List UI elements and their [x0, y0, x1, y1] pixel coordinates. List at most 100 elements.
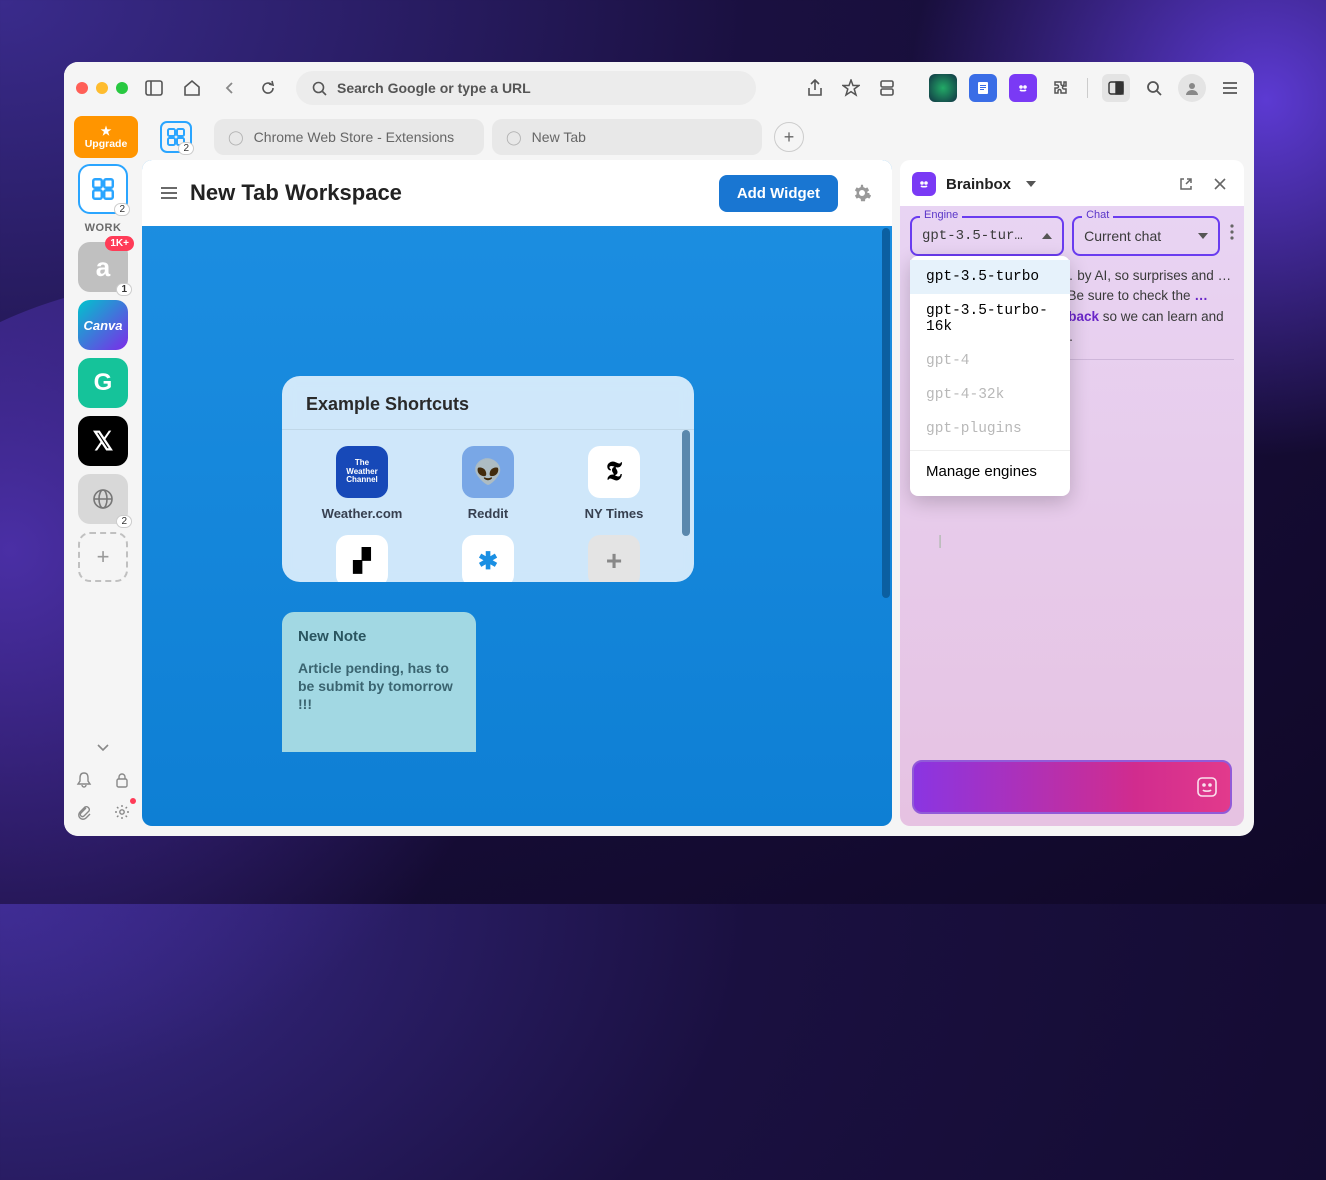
- sidebar-item-asana[interactable]: a 1K+ 1: [78, 242, 128, 292]
- upgrade-button[interactable]: ★ Upgrade: [74, 116, 138, 158]
- settings-icon[interactable]: [110, 800, 134, 824]
- shortcut-partial-2[interactable]: ✱: [428, 531, 548, 582]
- workspace-scrollbar[interactable]: [882, 228, 890, 598]
- sidebar-toggle-icon[interactable]: [142, 76, 166, 100]
- panel-icon[interactable]: [1102, 74, 1130, 102]
- shortcut-add[interactable]: +: [554, 531, 674, 582]
- lock-icon[interactable]: [110, 768, 134, 792]
- search-icon: [312, 81, 327, 96]
- back-icon[interactable]: [218, 76, 242, 100]
- extension-docs-icon[interactable]: [969, 74, 997, 102]
- fullscreen-window-button[interactable]: [116, 82, 128, 94]
- divider: [1087, 78, 1088, 98]
- tab-favicon: ◯: [506, 129, 522, 146]
- shortcut-partial-1[interactable]: ▞: [302, 531, 422, 582]
- brainbox-chat-input[interactable]: [912, 760, 1232, 814]
- workspace-header: New Tab Workspace Add Widget: [142, 160, 892, 226]
- globe-icon: [91, 487, 115, 511]
- engine-option-gpt4-32k[interactable]: gpt-4-32k: [910, 378, 1070, 412]
- close-window-button[interactable]: [76, 82, 88, 94]
- omnibox-placeholder: Search Google or type a URL: [337, 80, 531, 96]
- manage-engines-item[interactable]: Manage engines: [910, 450, 1070, 492]
- workspace-switcher-icon[interactable]: [875, 76, 899, 100]
- app-initial: 𝕏: [93, 426, 114, 457]
- emoji-icon[interactable]: [1196, 776, 1218, 798]
- tab-chrome-web-store[interactable]: ◯ Chrome Web Store - Extensions: [214, 119, 484, 155]
- upgrade-label: Upgrade: [85, 138, 128, 150]
- note-title: New Note: [298, 628, 460, 645]
- sidebar-workspace-apps[interactable]: 2: [78, 164, 128, 214]
- chat-selected-value: Current chat: [1084, 228, 1198, 244]
- home-icon[interactable]: [180, 76, 204, 100]
- workspace-settings-icon[interactable]: [850, 181, 874, 205]
- extensions-icon[interactable]: [1049, 76, 1073, 100]
- find-icon[interactable]: [1142, 76, 1166, 100]
- profile-avatar-icon[interactable]: [1178, 74, 1206, 102]
- brainbox-close-icon[interactable]: [1208, 172, 1232, 196]
- new-tab-button[interactable]: +: [774, 122, 804, 152]
- app-label: Canva: [83, 318, 122, 333]
- panel-resize-handle[interactable]: ||: [938, 532, 939, 548]
- overflow-menu-icon[interactable]: [1218, 76, 1242, 100]
- chat-selector[interactable]: Chat Current chat: [1072, 216, 1220, 256]
- chat-field-label: Chat: [1082, 209, 1113, 221]
- sidebar-apps-count: 2: [114, 203, 130, 216]
- workspace-title: New Tab Workspace: [190, 180, 707, 206]
- tab-bar: ★ Upgrade 2 ◯ Chrome Web Store - Extensi…: [64, 114, 1254, 160]
- brainbox-dropdown-icon[interactable]: [1019, 172, 1043, 196]
- engine-selected-value: gpt-3.5-tur…: [922, 228, 1042, 244]
- brainbox-logo-icon: [912, 172, 936, 196]
- engine-option-gpt35[interactable]: gpt-3.5-turbo: [910, 260, 1070, 294]
- sidebar-item-grammarly[interactable]: G: [78, 358, 128, 408]
- omnibox[interactable]: Search Google or type a URL: [296, 71, 756, 105]
- notifications-icon[interactable]: [72, 768, 96, 792]
- minimize-window-button[interactable]: [96, 82, 108, 94]
- sidebar-count: 2: [116, 515, 132, 528]
- tab-title: New Tab: [532, 129, 586, 145]
- browser-window: Search Google or type a URL: [64, 62, 1254, 836]
- add-widget-button[interactable]: Add Widget: [719, 175, 838, 212]
- shortcut-nytimes[interactable]: 𝕿 NY Times: [554, 442, 674, 525]
- shortcut-reddit[interactable]: 👽 Reddit: [428, 442, 548, 525]
- chevron-down-icon: [1198, 233, 1208, 239]
- tab-favicon: ◯: [228, 129, 244, 146]
- tab-new-tab[interactable]: ◯ New Tab: [492, 119, 762, 155]
- app-initial: a: [96, 252, 110, 283]
- workspace-view: New Tab Workspace Add Widget Example Sho…: [142, 160, 892, 826]
- shortcut-weather[interactable]: TheWeatherChannel Weather.com: [302, 442, 422, 525]
- chevron-up-icon: [1042, 233, 1052, 239]
- brainbox-popout-icon[interactable]: [1174, 172, 1198, 196]
- workspace-grid-tab[interactable]: 2: [160, 121, 192, 153]
- sidebar-section-label: WORK: [85, 222, 122, 234]
- share-icon[interactable]: [803, 76, 827, 100]
- sidebar-item-canva[interactable]: Canva: [78, 300, 128, 350]
- engine-option-gpt4[interactable]: gpt-4: [910, 344, 1070, 378]
- engine-dropdown: gpt-3.5-turbo gpt-3.5-turbo-16k gpt-4 gp…: [910, 256, 1070, 496]
- reload-icon[interactable]: [256, 76, 280, 100]
- extension-earth-icon[interactable]: [929, 74, 957, 102]
- sidebar-add-app[interactable]: +: [78, 532, 128, 582]
- bookmark-star-icon[interactable]: [839, 76, 863, 100]
- brainbox-title: Brainbox: [946, 176, 1011, 193]
- sidebar-collapse-icon[interactable]: [91, 736, 115, 760]
- note-widget[interactable]: New Note Article pending, has to be subm…: [282, 612, 476, 752]
- sidebar-item-web[interactable]: 2: [78, 474, 128, 524]
- sidebar: 2 WORK a 1K+ 1 Canva G 𝕏 2: [64, 160, 142, 836]
- note-body: Article pending, has to be submit by tom…: [298, 659, 460, 714]
- attachment-icon[interactable]: [72, 800, 96, 824]
- traffic-lights: [76, 82, 128, 94]
- hamburger-icon[interactable]: [160, 186, 178, 200]
- shortcuts-widget: Example Shortcuts TheWeatherChannel Weat…: [282, 376, 694, 582]
- shortcuts-title: Example Shortcuts: [282, 390, 694, 430]
- grid-tab-count: 2: [178, 142, 194, 155]
- extension-brainbox-icon[interactable]: [1009, 74, 1037, 102]
- app-initial: G: [94, 369, 113, 397]
- widget-scrollbar[interactable]: [682, 430, 690, 536]
- sidebar-item-x[interactable]: 𝕏: [78, 416, 128, 466]
- more-actions-icon[interactable]: [1228, 216, 1234, 240]
- engine-selector[interactable]: Engine gpt-3.5-tur…: [910, 216, 1064, 256]
- sidebar-badge: 1K+: [105, 236, 134, 251]
- engine-option-gpt35-16k[interactable]: gpt-3.5-turbo-16k: [910, 294, 1070, 344]
- engine-option-plugins[interactable]: gpt-plugins: [910, 412, 1070, 446]
- star-icon: ★: [101, 124, 112, 138]
